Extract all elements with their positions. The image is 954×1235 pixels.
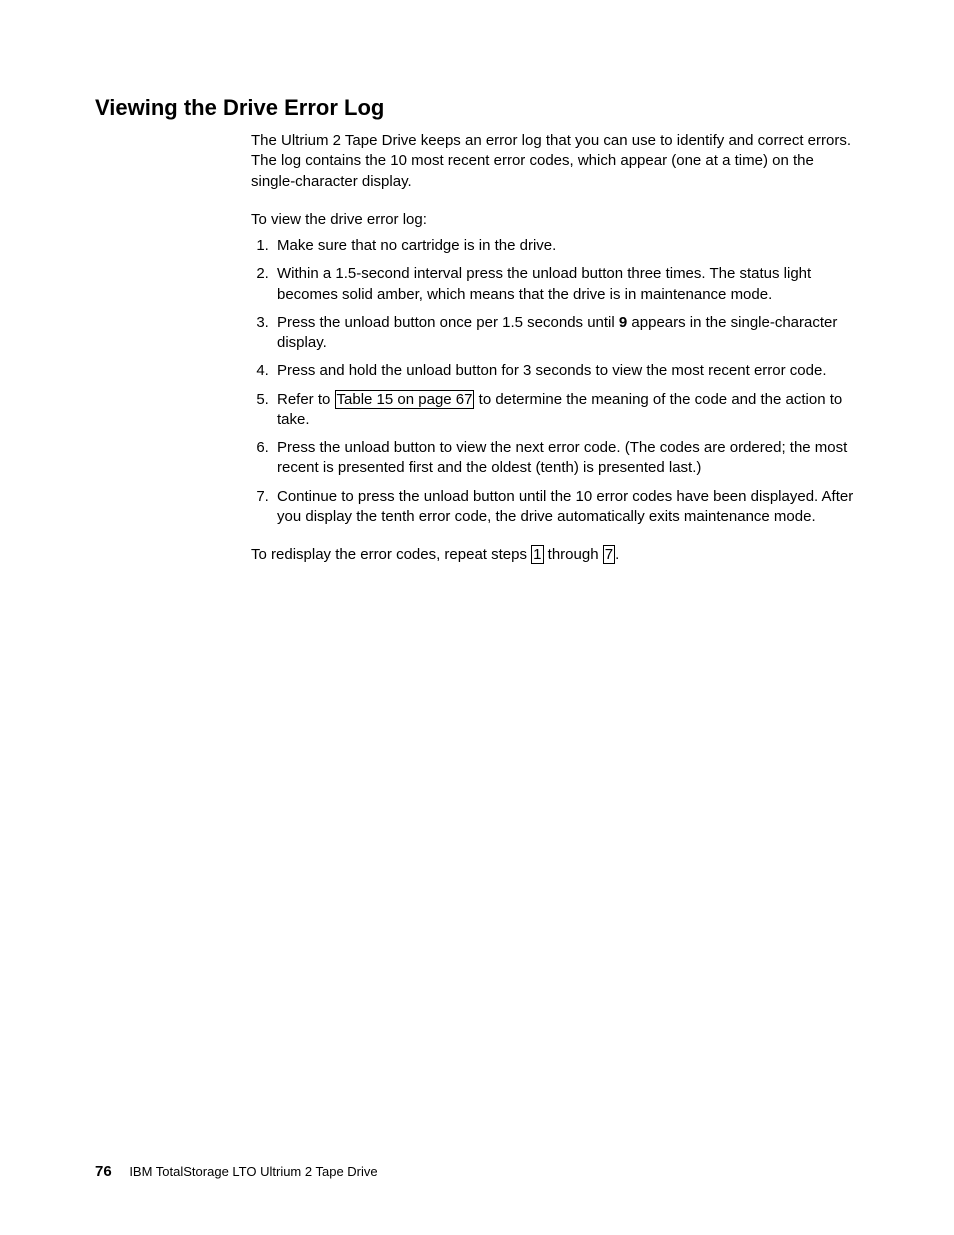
cross-reference-link[interactable]: Table 15 on page 67 xyxy=(335,390,475,409)
step-text: Press the unload button once per 1.5 sec… xyxy=(277,314,619,331)
step-item: Refer to Table 15 on page 67 to determin… xyxy=(273,390,859,431)
step-item: Within a 1.5-second interval press the u… xyxy=(273,264,859,305)
page-number: 76 xyxy=(95,1163,112,1180)
step-item: Press the unload button once per 1.5 sec… xyxy=(273,313,859,354)
lead-in: To view the drive error log: xyxy=(251,210,859,230)
intro-paragraph: The Ultrium 2 Tape Drive keeps an error … xyxy=(251,131,859,192)
closing-text: through xyxy=(544,546,603,563)
step-item: Press and hold the unload button for 3 s… xyxy=(273,361,859,381)
bold-value: 9 xyxy=(619,314,627,331)
steps-list: Make sure that no cartridge is in the dr… xyxy=(251,236,859,527)
doc-title: IBM TotalStorage LTO Ultrium 2 Tape Driv… xyxy=(129,1164,377,1179)
step-text: Refer to xyxy=(277,391,335,408)
section-heading: Viewing the Drive Error Log xyxy=(95,95,859,121)
step-reference-link[interactable]: 1 xyxy=(531,545,543,564)
closing-paragraph: To redisplay the error codes, repeat ste… xyxy=(251,545,859,565)
step-reference-link[interactable]: 7 xyxy=(603,545,615,564)
step-item: Make sure that no cartridge is in the dr… xyxy=(273,236,859,256)
closing-text: To redisplay the error codes, repeat ste… xyxy=(251,546,531,563)
page-footer: 76 IBM TotalStorage LTO Ultrium 2 Tape D… xyxy=(95,1163,378,1180)
step-item: Continue to press the unload button unti… xyxy=(273,487,859,528)
closing-text: . xyxy=(615,546,619,563)
step-item: Press the unload button to view the next… xyxy=(273,438,859,479)
